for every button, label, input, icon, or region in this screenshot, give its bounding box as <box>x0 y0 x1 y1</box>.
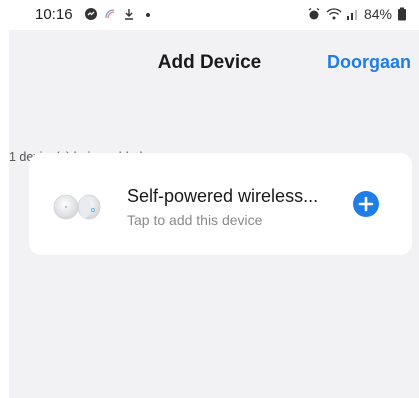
signal-icon <box>345 7 359 21</box>
battery-icon <box>397 7 411 21</box>
system-icons: 84% <box>307 6 411 22</box>
screen: 10:16 84% Add Device Doorgaan 1 Self-pow… <box>0 0 419 398</box>
notification-icons <box>84 7 155 21</box>
messenger-icon <box>84 7 98 21</box>
add-device-button[interactable] <box>353 191 379 217</box>
download-icon <box>122 7 136 21</box>
nfc-icon <box>103 7 117 21</box>
status-time: 10:16 <box>35 6 73 23</box>
wifi-icon <box>326 7 342 21</box>
status-bar: 10:16 84% <box>0 0 419 30</box>
battery-percentage: 84% <box>363 6 392 22</box>
wireless-switch-device-icon <box>53 193 105 221</box>
dot-icon <box>141 7 155 21</box>
continue-button[interactable]: Doorgaan <box>327 52 411 73</box>
device-hint: Tap to add this device <box>127 212 263 228</box>
device-card[interactable]: Self-powered wireless... Tap to add this… <box>29 153 412 255</box>
plus-icon <box>358 196 374 212</box>
alarm-icon <box>307 7 321 21</box>
device-name: Self-powered wireless... <box>127 186 319 206</box>
